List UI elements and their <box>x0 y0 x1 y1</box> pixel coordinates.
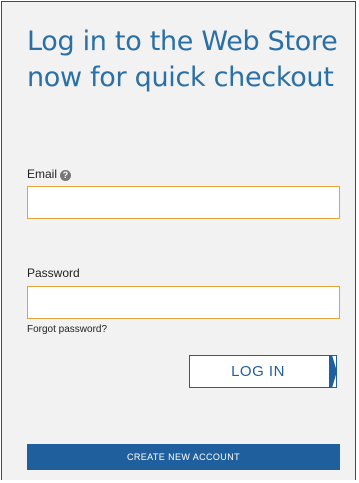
page-title: Log in to the Web Store now for quick ch… <box>27 26 338 93</box>
password-field[interactable] <box>27 286 340 319</box>
chevron-right-icon <box>329 355 337 388</box>
forgot-password-link[interactable]: Forgot password? <box>27 324 107 335</box>
email-label: Email? <box>27 167 72 181</box>
help-icon[interactable]: ? <box>60 170 72 181</box>
create-account-button[interactable]: CREATE NEW ACCOUNT <box>27 444 340 470</box>
login-button-label: LOG IN <box>231 363 285 380</box>
login-panel: Log in to the Web Store now for quick ch… <box>1 1 356 480</box>
create-account-button-label: CREATE NEW ACCOUNT <box>126 452 241 462</box>
login-button[interactable]: LOG IN <box>189 355 337 388</box>
password-label: Password <box>27 266 80 280</box>
email-field[interactable] <box>27 186 340 219</box>
email-label-text: Email <box>27 167 58 181</box>
